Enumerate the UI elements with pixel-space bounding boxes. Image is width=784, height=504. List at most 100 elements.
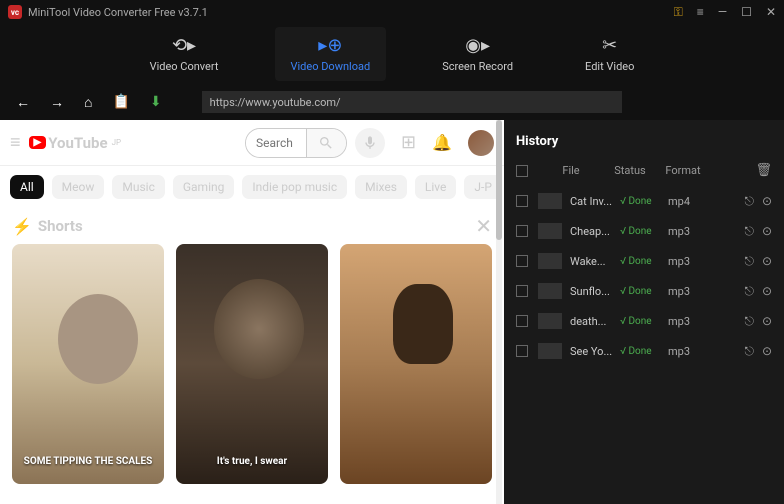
tab-video-download[interactable]: ▸⊕ Video Download: [275, 27, 387, 81]
short-caption: SOME TIPPING THE SCALES: [18, 456, 159, 468]
chip-all[interactable]: All: [10, 175, 44, 199]
shorts-title: Shorts: [38, 217, 83, 235]
row-thumbnail: [538, 253, 562, 269]
row-format: mp3: [668, 285, 704, 298]
menu-icon[interactable]: ≡: [697, 5, 704, 19]
play-button[interactable]: ⊙: [762, 284, 772, 299]
shorts-icon: ⚡: [12, 217, 32, 236]
delete-button[interactable]: 🗑: [755, 163, 772, 178]
browser-pane: ≡ ▶ YouTube JP ⊞ 🔔: [0, 120, 504, 504]
back-button[interactable]: ←: [16, 94, 30, 111]
row-status: √ Done: [620, 226, 664, 237]
row-status: √ Done: [620, 316, 664, 327]
play-button[interactable]: ⊙: [762, 194, 772, 209]
history-row: See Yo...√ Donemp3⎋⊙: [516, 336, 772, 366]
convert-icon: ⟲▸: [172, 35, 196, 56]
download-icon: ▸⊕: [318, 35, 342, 56]
history-title: History: [516, 130, 772, 159]
history-header: File Status Format 🗑: [516, 159, 772, 186]
tab-edit-video[interactable]: ✂ Edit Video: [569, 27, 650, 81]
row-checkbox[interactable]: [516, 315, 528, 327]
open-folder-button[interactable]: ⎋: [744, 344, 754, 359]
navbar: ← → ⌂ 📋 ⬇: [0, 84, 784, 120]
scrollbar[interactable]: [496, 120, 502, 504]
chip-music[interactable]: Music: [112, 175, 164, 199]
shorts-close-button[interactable]: ✕: [475, 214, 492, 238]
row-format: mp3: [668, 225, 704, 238]
row-checkbox[interactable]: [516, 195, 528, 207]
play-button[interactable]: ⊙: [762, 314, 772, 329]
row-checkbox[interactable]: [516, 345, 528, 357]
short-item[interactable]: SOME TIPPING THE SCALES: [12, 244, 164, 484]
play-button[interactable]: ⊙: [762, 224, 772, 239]
download-arrow-icon[interactable]: ⬇: [150, 94, 162, 110]
short-thumbnail: [393, 284, 453, 364]
row-filename: Cheap...: [570, 225, 616, 238]
shorts-row: SOME TIPPING THE SCALES It's true, I swe…: [0, 244, 504, 484]
history-row: Cheap... √ Done mp3 ⎋ ⊙: [516, 216, 772, 246]
minimize-button[interactable]: —: [718, 5, 727, 19]
open-folder-button[interactable]: ⎋: [744, 314, 754, 329]
col-format: Format: [658, 164, 708, 177]
open-folder-button[interactable]: ⎋: [744, 224, 754, 239]
row-format: mp4: [668, 195, 704, 208]
url-input[interactable]: [202, 91, 622, 113]
chip-mixes[interactable]: Mixes: [355, 175, 407, 199]
search-input[interactable]: [246, 129, 306, 157]
short-caption: It's true, I swear: [211, 456, 293, 468]
row-filename: See Yo...: [570, 345, 616, 358]
row-format: mp3: [668, 345, 704, 358]
history-panel: History File Status Format 🗑 Cat Inv...√…: [504, 120, 784, 504]
edit-icon: ✂: [602, 35, 617, 56]
open-folder-button[interactable]: ⎋: [744, 194, 754, 209]
row-format: mp3: [668, 315, 704, 328]
youtube-header: ≡ ▶ YouTube JP ⊞ 🔔: [0, 120, 504, 166]
youtube-play-icon: ▶: [29, 136, 47, 149]
play-button[interactable]: ⊙: [762, 254, 772, 269]
chip-gaming[interactable]: Gaming: [173, 175, 235, 199]
row-checkbox[interactable]: [516, 225, 528, 237]
row-filename: death...: [570, 315, 616, 328]
short-item[interactable]: It's true, I swear: [176, 244, 328, 484]
tab-video-convert[interactable]: ⟲▸ Video Convert: [134, 27, 235, 81]
scrollbar-thumb[interactable]: [496, 120, 502, 240]
row-thumbnail: [538, 283, 562, 299]
chip-indie[interactable]: Indie pop music: [242, 175, 347, 199]
key-icon[interactable]: ⚿: [674, 5, 683, 20]
select-all-checkbox[interactable]: [516, 165, 528, 177]
close-button[interactable]: ✕: [766, 5, 776, 19]
home-button[interactable]: ⌂: [84, 94, 92, 111]
col-file: File: [540, 164, 602, 177]
app-title: MiniTool Video Converter Free v3.7.1: [28, 6, 674, 19]
clipboard-icon[interactable]: 📋: [112, 94, 129, 110]
chip-live[interactable]: Live: [415, 175, 456, 199]
row-checkbox[interactable]: [516, 255, 528, 267]
avatar[interactable]: [468, 130, 494, 156]
notifications-icon[interactable]: 🔔: [432, 133, 452, 152]
search-button[interactable]: [306, 129, 346, 157]
row-thumbnail: [538, 343, 562, 359]
chip-meow[interactable]: Meow: [52, 175, 105, 199]
short-item[interactable]: [340, 244, 492, 484]
forward-button[interactable]: →: [50, 94, 64, 111]
maximize-button[interactable]: ☐: [741, 5, 752, 19]
short-thumbnail: [214, 279, 304, 379]
mic-button[interactable]: [355, 128, 385, 158]
row-status: √ Done: [620, 256, 664, 267]
open-folder-button[interactable]: ⎋: [744, 284, 754, 299]
open-folder-button[interactable]: ⎋: [744, 254, 754, 269]
row-checkbox[interactable]: [516, 285, 528, 297]
row-filename: Sunflo...: [570, 285, 616, 298]
search-box: [245, 128, 347, 158]
youtube-logo[interactable]: ▶ YouTube JP: [29, 134, 122, 152]
tab-screen-record[interactable]: ◉▸ Screen Record: [426, 27, 529, 81]
search-icon: [318, 135, 334, 151]
row-status: √ Done: [620, 286, 664, 297]
mic-icon: [362, 135, 378, 151]
play-button[interactable]: ⊙: [762, 344, 772, 359]
row-thumbnail: [538, 193, 562, 209]
row-filename: Wake...: [570, 255, 616, 268]
create-icon[interactable]: ⊞: [401, 132, 416, 153]
hamburger-icon[interactable]: ≡: [10, 132, 21, 153]
row-thumbnail: [538, 223, 562, 239]
